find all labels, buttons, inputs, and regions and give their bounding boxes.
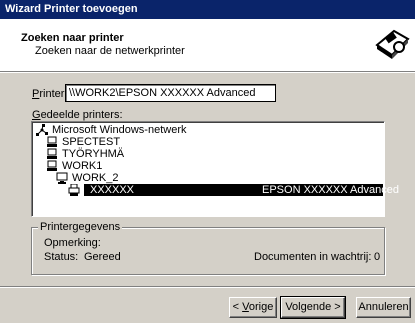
workgroup-icon — [47, 136, 57, 147]
status-value: Gereed — [84, 251, 121, 263]
next-button[interactable]: Volgende > — [280, 296, 346, 319]
workgroup-icon — [47, 148, 57, 159]
printer-magnifier-icon — [375, 29, 410, 59]
tree-item-label: WORK1 — [62, 160, 103, 172]
printer-details-title: Printergegevens — [38, 221, 123, 233]
printer-label: Printer: — [32, 88, 68, 100]
workgroup-icon — [47, 160, 57, 171]
tree-item-label: TYÖRYHMÄ — [62, 148, 125, 160]
tree-item-label: SPECTEST — [62, 136, 121, 148]
cancel-button[interactable]: Annuleren — [356, 297, 411, 318]
header-subtitle: Zoeken naar de netwerkprinter — [35, 45, 185, 57]
documents-value: 0 — [374, 251, 381, 263]
computer-icon — [56, 172, 68, 184]
tree-item-label: Microsoft Windows-netwerk — [52, 124, 187, 136]
printer-name-input[interactable]: \\WORK2\EPSON XXXXXX Advanced — [65, 84, 276, 102]
header-title: Zoeken naar printer — [21, 32, 124, 44]
printer-icon — [68, 184, 80, 196]
window-title: Wizard Printer toevoegen — [0, 0, 415, 19]
tree-item-label: XXXXXX — [90, 184, 135, 196]
network-icon — [36, 124, 48, 136]
shared-printers-label: Gedeelde printers: — [32, 109, 123, 121]
documents-label: Documenten in wachtrij: — [254, 251, 372, 263]
shared-printers-tree[interactable]: Microsoft Windows-netwerk SPECTEST TYÖRY… — [31, 121, 399, 217]
tree-item-selected-printer[interactable]: XXXXXX EPSON XXXXXX Advanced — [68, 184, 399, 196]
tree-item-description: EPSON XXXXXX Advanced — [262, 184, 399, 196]
header-separator — [0, 72, 415, 73]
bottom-separator — [0, 286, 415, 288]
tree-item-label: WORK_2 — [72, 172, 119, 184]
comment-label: Opmerking: — [44, 237, 101, 249]
status-label: Status: — [44, 251, 79, 263]
wizard-header: Zoeken naar printer Zoeken naar de netwe… — [0, 19, 415, 72]
back-button[interactable]: < Vorige — [229, 297, 277, 318]
